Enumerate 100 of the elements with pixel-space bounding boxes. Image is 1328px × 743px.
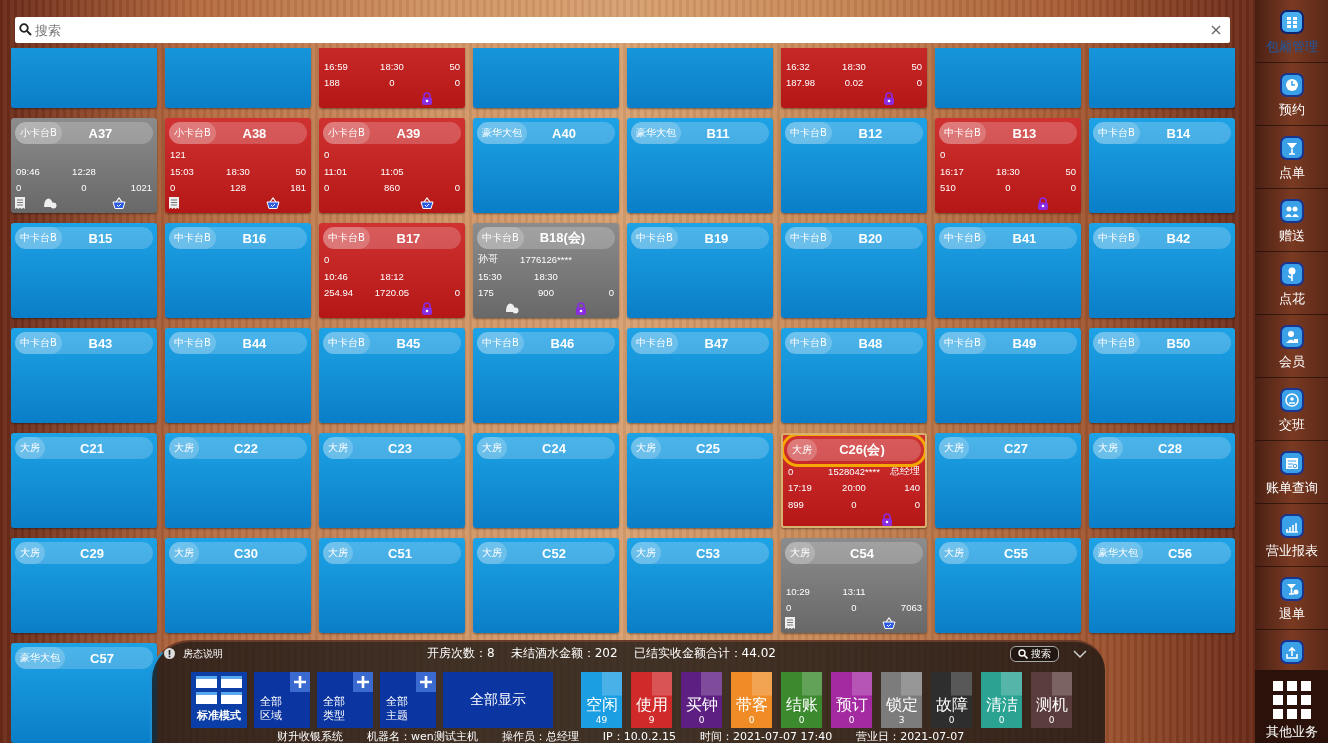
clear-icon[interactable] [1211,25,1221,35]
sidebar-item[interactable]: 会员 [1255,315,1328,378]
room-tile[interactable]: 大房 C54 10:29 13:11 0 0 7063 [781,538,927,633]
room-tile[interactable]: 中卡台B B47 [627,328,773,423]
room-tile[interactable]: 豪华大包 C57 [11,643,157,743]
room-tile[interactable]: 中卡台B B12 [781,118,927,213]
room-type-label: 大房 [323,542,353,564]
room-tile[interactable]: 大房 C30 [165,538,311,633]
status-legend-button[interactable]: 买钟 0 [681,671,722,728]
status-legend-button[interactable]: 锁定 3 [881,671,922,728]
room-tile[interactable]: 大房 C24 [473,433,619,528]
room-tile[interactable]: 中卡台B B44 [165,328,311,423]
room-tile[interactable]: 豪华大包 B11 [627,118,773,213]
room-info-text: 12:28 [72,165,96,177]
search-button[interactable]: 搜索 [1010,645,1059,662]
room-tile[interactable]: 大房 C21 [11,433,157,528]
room-type-label: 大房 [169,437,199,459]
room-type-label: 中卡台B [785,227,832,249]
status-bar-text: 时间：2021-07-07 17:40 [700,730,833,743]
sidebar-item[interactable]: 账单查询 [1255,441,1328,504]
status-legend-button[interactable]: 预订 0 [831,671,872,728]
room-tile[interactable]: 大房 C53 [627,538,773,633]
room-tile[interactable]: 大房 C28 [1089,433,1235,528]
sidebar-item[interactable]: 包厢管理 [1255,0,1328,63]
room-tile[interactable]: 中卡台B B45 [319,328,465,423]
status-legend-button[interactable]: 空闲 49 [581,671,622,728]
room-info-text: 0 [324,254,330,266]
room-tile[interactable]: 大房 C52 [473,538,619,633]
room-tile[interactable]: 中卡台B B41 [935,223,1081,318]
room-tile[interactable]: 中卡台B B49 [935,328,1081,423]
filter-button[interactable]: 全部 类型 [317,671,373,728]
room-type-label: 中卡台B [939,227,986,249]
room-name: C53 [695,545,721,561]
sidebar-item[interactable]: 点单 [1255,126,1328,189]
status-legend-button[interactable]: 带客 0 [731,671,772,728]
sidebar-item[interactable]: 赠送 [1255,189,1328,252]
show-all-button[interactable]: 全部显示 [443,671,553,728]
room-tile[interactable]: 16:59 18:30 50 188 0 0 [319,48,465,108]
room-tile[interactable]: 中卡台B B17 0 10:46 18:12 254.94 1720.05 0 [319,223,465,318]
room-tile[interactable]: 小卡台B A37 09:46 12:28 0 0 1021 [11,118,157,213]
sidebar-item[interactable]: 营业报表 [1255,504,1328,567]
sidebar-item[interactable]: 退单 [1255,567,1328,630]
room-tile[interactable]: 16:32 18:30 50 187.98 0.02 0 [781,48,927,108]
sidebar-item[interactable]: 交班 [1255,378,1328,441]
room-tile[interactable]: 中卡台B B20 [781,223,927,318]
room-tile[interactable]: 大房 C25 [627,433,773,528]
status-legend-button[interactable]: 结账 0 [781,671,822,728]
room-info-text: 860 [384,182,400,194]
room-tile[interactable]: 中卡台B B14 [1089,118,1235,213]
room-tile[interactable]: 中卡台B B18(会) 孙哥 1776126**** 15:30 18:30 175 900 0 [473,223,619,318]
room-type-label: 中卡台B [631,227,678,249]
room-tile[interactable]: 中卡台B B48 [781,328,927,423]
room-tile[interactable]: 大房 C22 [165,433,311,528]
room-tile[interactable]: 中卡台B B46 [473,328,619,423]
room-info-text: 181 [290,182,306,194]
room-name: B12 [857,125,884,141]
plus-icon [416,671,436,692]
mode-button[interactable]: 标准模式 [191,671,247,728]
chevron-down-icon[interactable] [1073,649,1087,658]
sidebar-item[interactable]: 预约 [1255,63,1328,126]
sidebar-item[interactable]: 点花 [1255,252,1328,315]
room-tile[interactable]: 豪华大包 C56 [1089,538,1235,633]
room-tile[interactable]: 中卡台B B13 0 16:17 18:30 50 510 0 0 [935,118,1081,213]
status-legend-button[interactable]: 使用 9 [631,671,672,728]
room-name: C26(会) [838,441,886,459]
room-tile[interactable]: 中卡台B B15 [11,223,157,318]
room-info-text: 0 [454,77,460,89]
room-tile[interactable]: 大房 C51 [319,538,465,633]
room-tile[interactable]: 豪华大包 A40 [473,118,619,213]
summary-text: 未结酒水金额：202 [510,645,618,663]
room-info-text: 0 [389,77,395,89]
room-tile[interactable]: 大房 C27 [935,433,1081,528]
room-info-text: 175 [478,287,494,299]
room-info-text: 50 [449,60,460,72]
glass-icon [1279,577,1304,601]
person-icon [1279,325,1304,349]
filter-button[interactable]: 全部 区域 [254,671,310,728]
room-tile[interactable]: 小卡台B A39 0 11:01 11:05 0 860 0 [319,118,465,213]
room-tile[interactable]: 中卡台B B50 [1089,328,1235,423]
room-tile[interactable]: 大房 C29 [11,538,157,633]
room-tile[interactable]: 大房 C55 [935,538,1081,633]
room-info-text: 18:30 [534,270,558,282]
room-tile[interactable]: 中卡台B B19 [627,223,773,318]
room-info-text: 16:32 [786,60,810,72]
status-legend-button[interactable]: 测机 0 [1031,671,1072,728]
filter-button[interactable]: 全部 主题 [380,671,436,728]
room-tile[interactable]: 小卡台B A38 121 15:03 18:30 50 0 128 181 [165,118,311,213]
room-tile[interactable]: 大房 C23 [319,433,465,528]
room-tile[interactable]: 中卡台B B16 [165,223,311,318]
room-tile[interactable]: 中卡台B B43 [11,328,157,423]
room-tile[interactable]: 中卡台B B42 [1089,223,1235,318]
status-legend-button[interactable]: 清洁 0 [981,671,1022,728]
status-legend-button[interactable]: 故障 0 [931,671,972,728]
legend-title[interactable]: 房态说明 [183,646,223,661]
room-info-text: 18:12 [380,270,404,282]
more-button[interactable]: 其他业务 [1255,670,1328,743]
room-type-label: 大房 [15,542,45,564]
room-info-text: 0 [851,602,857,614]
room-type-label: 大房 [477,437,507,459]
search-field[interactable]: 搜索 [15,17,1230,43]
